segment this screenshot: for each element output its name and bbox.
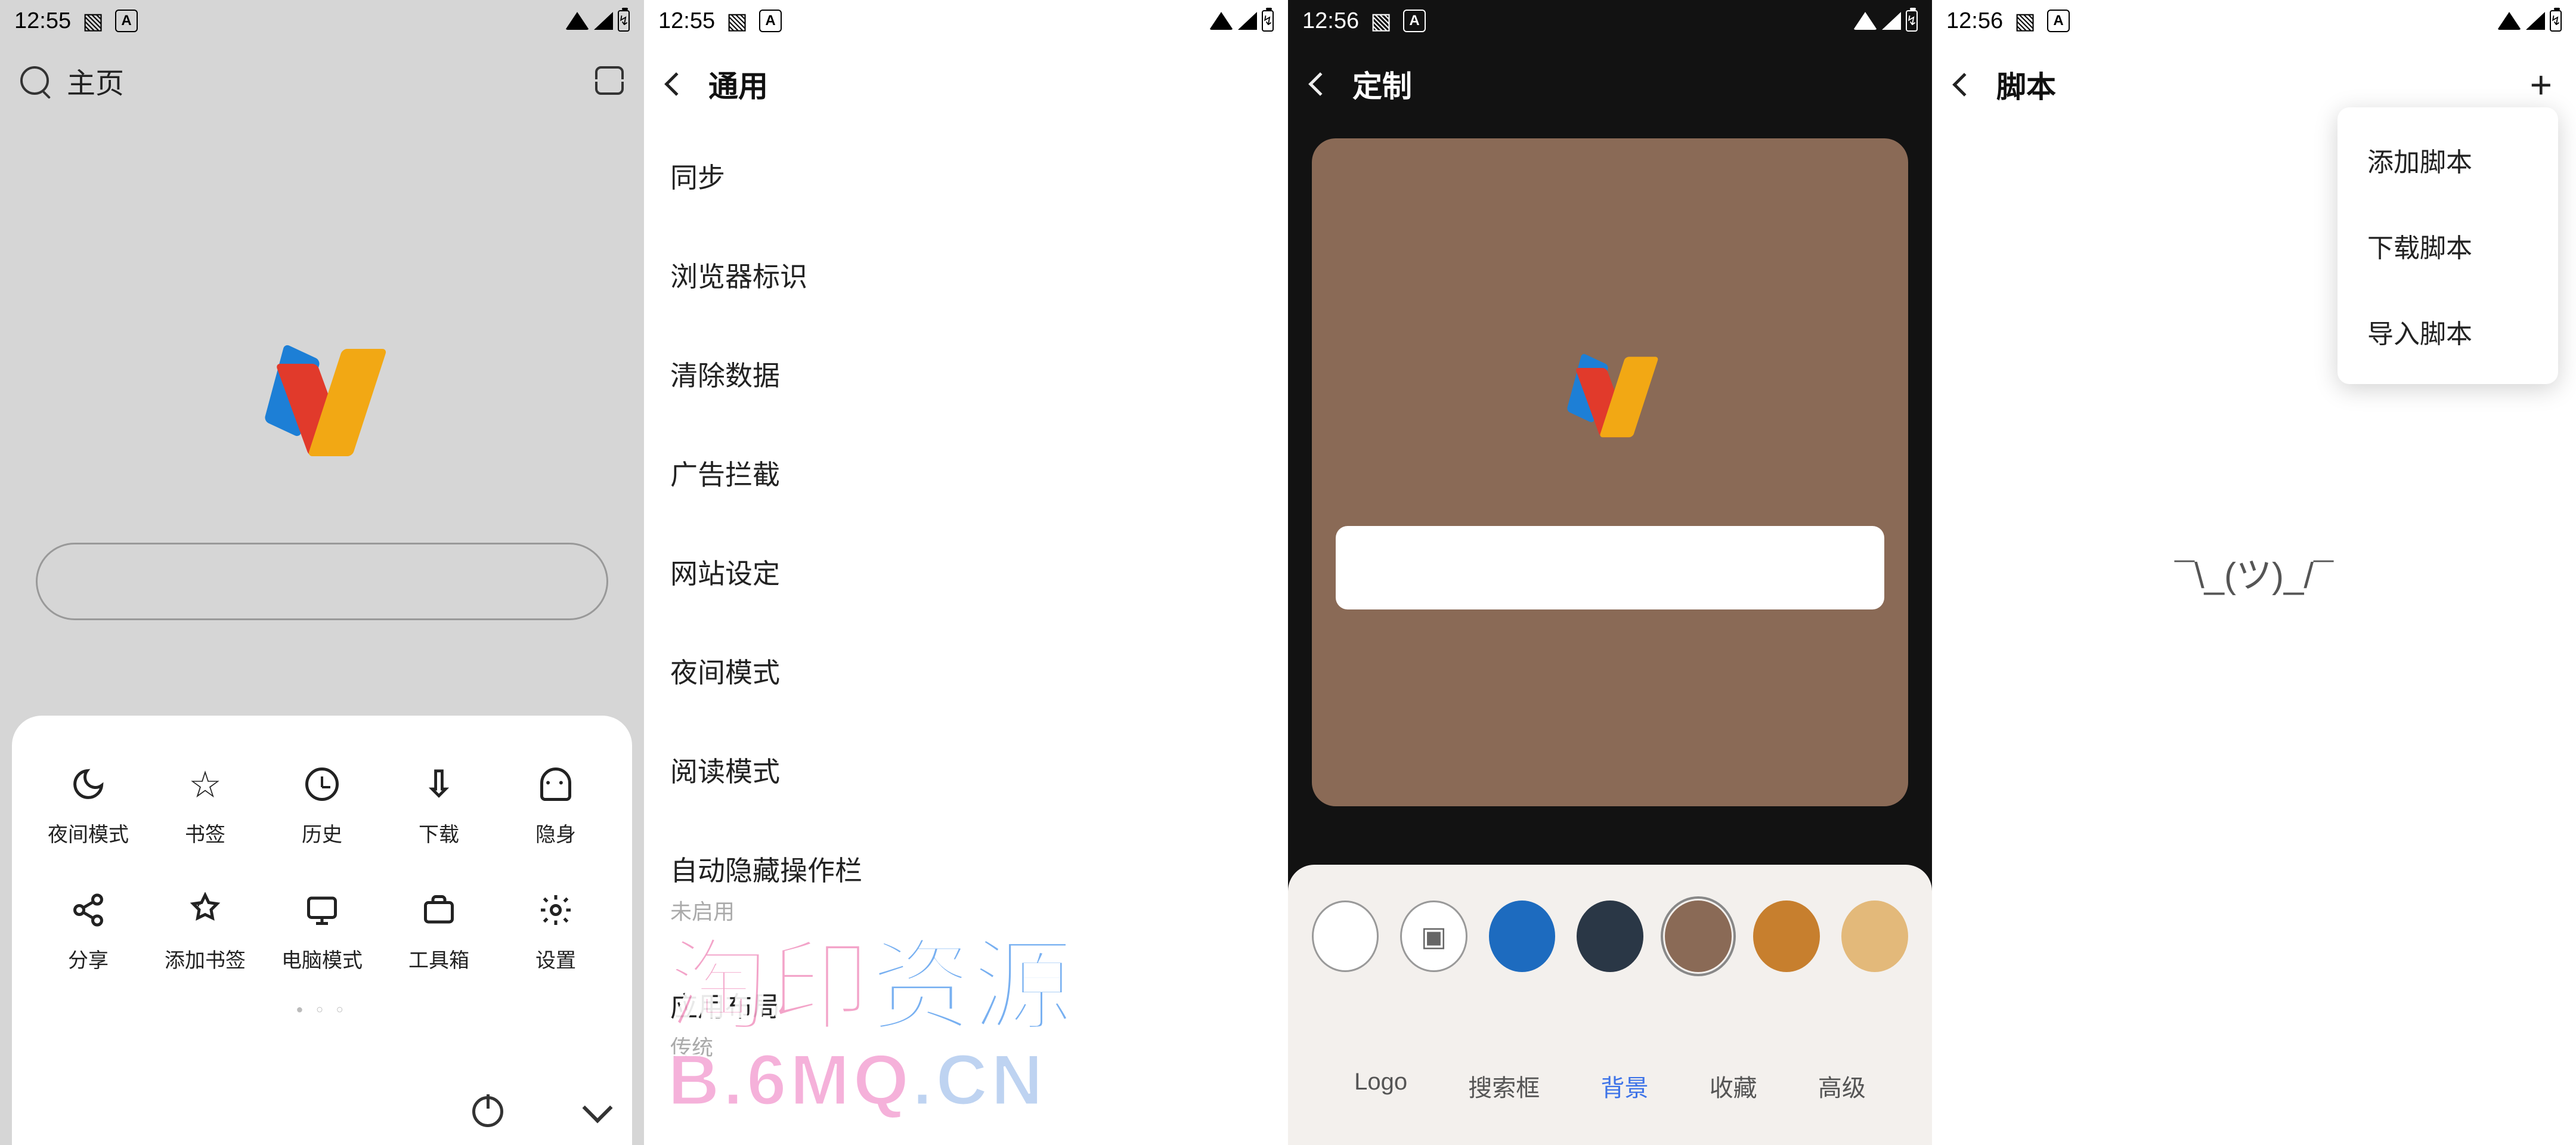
search-icon[interactable] bbox=[20, 66, 49, 95]
signal-icon bbox=[1238, 12, 1257, 30]
tab-logo[interactable]: Logo bbox=[1354, 1069, 1407, 1103]
page-title: 通用 bbox=[708, 63, 768, 106]
status-time: 12:55 bbox=[14, 8, 71, 34]
phone-customize: 12:56 ▧ A 定制 Logo 搜索框 背景 收藏 高级 bbox=[1288, 0, 1932, 1145]
battery-icon bbox=[1906, 10, 1918, 32]
customize-panel: Logo 搜索框 背景 收藏 高级 bbox=[1288, 865, 1932, 1145]
settings-list: 同步 浏览器标识 清除数据 广告拦截 网站设定 夜间模式 阅读模式 自动隐藏操作… bbox=[644, 126, 1288, 1091]
menu-share[interactable]: 分享 bbox=[30, 889, 147, 973]
menu-toolbox[interactable]: 工具箱 bbox=[380, 889, 497, 973]
add-menu: 添加脚本 下载脚本 导入脚本 bbox=[2337, 107, 2558, 384]
status-bar: 12:55 ▧ A bbox=[0, 0, 644, 42]
color-row bbox=[1312, 900, 1908, 972]
wifi-icon bbox=[2497, 12, 2521, 30]
item-site-settings[interactable]: 网站设定 bbox=[644, 522, 1288, 621]
tab-favorites[interactable]: 收藏 bbox=[1710, 1069, 1757, 1103]
item-auto-hide[interactable]: 自动隐藏操作栏 未启用 bbox=[644, 819, 1288, 955]
page-title: 定制 bbox=[1352, 63, 1412, 106]
app-logo bbox=[1563, 350, 1657, 440]
signal-icon bbox=[1882, 12, 1901, 30]
toolbar: 主页 bbox=[0, 42, 644, 113]
menu-import-script[interactable]: 导入脚本 bbox=[2337, 289, 2558, 375]
item-adblock[interactable]: 广告拦截 bbox=[644, 423, 1288, 522]
signal-icon bbox=[2526, 12, 2545, 30]
status-time: 12:55 bbox=[658, 8, 715, 34]
badge-a-icon: A bbox=[759, 10, 782, 32]
menu-settings[interactable]: 设置 bbox=[497, 889, 614, 973]
page-title: 主页 bbox=[67, 60, 124, 101]
customize-tabs: Logo 搜索框 背景 收藏 高级 bbox=[1312, 1069, 1908, 1127]
back-button[interactable] bbox=[1308, 72, 1332, 96]
color-tan[interactable] bbox=[1841, 900, 1908, 972]
empty-state: ¯\_(ツ)_/¯ bbox=[2175, 547, 2333, 599]
phone-scripts: 12:56 ▧ A 脚本 + ¯\_(ツ)_/¯ 添加脚本 下载脚本 导入脚本 bbox=[1932, 0, 2576, 1145]
item-reading-mode[interactable]: 阅读模式 bbox=[644, 720, 1288, 819]
battery-icon bbox=[1262, 10, 1274, 32]
phone-home: 12:55 ▧ A 主页 夜间模式 ☆书签 历史 ⇩下载 隐身 分享 添加书签 … bbox=[0, 0, 644, 1145]
menu-download[interactable]: ⇩下载 bbox=[380, 763, 497, 847]
back-button[interactable] bbox=[664, 72, 688, 96]
status-time: 12:56 bbox=[1946, 8, 2003, 34]
color-dark[interactable] bbox=[1577, 900, 1643, 972]
menu-add-bookmark[interactable]: 添加书签 bbox=[147, 889, 264, 973]
page-dots: ● ○ ○ bbox=[30, 1003, 614, 1017]
wifi-icon bbox=[565, 12, 589, 30]
tab-background[interactable]: 背景 bbox=[1600, 1069, 1648, 1103]
color-white[interactable] bbox=[1312, 900, 1379, 972]
add-button[interactable]: + bbox=[2530, 63, 2552, 107]
badge-a-icon: A bbox=[2047, 10, 2070, 32]
item-sync[interactable]: 同步 bbox=[644, 126, 1288, 225]
exit-button[interactable] bbox=[472, 1096, 503, 1127]
color-blue[interactable] bbox=[1489, 900, 1556, 972]
preview-search-bar bbox=[1336, 526, 1884, 609]
search-input[interactable] bbox=[36, 543, 608, 620]
status-time: 12:56 bbox=[1302, 8, 1359, 34]
status-bar: 12:55 ▧ A bbox=[644, 0, 1288, 42]
picture-icon: ▧ bbox=[1370, 10, 1392, 32]
menu-sheet: 夜间模式 ☆书签 历史 ⇩下载 隐身 分享 添加书签 电脑模式 工具箱 设置 ●… bbox=[12, 716, 632, 1145]
menu-add-script[interactable]: 添加脚本 bbox=[2337, 117, 2558, 203]
tab-searchbox[interactable]: 搜索框 bbox=[1468, 1069, 1540, 1103]
status-bar: 12:56 ▧ A bbox=[1932, 0, 2576, 42]
item-user-agent[interactable]: 浏览器标识 bbox=[644, 225, 1288, 324]
status-bar: 12:56 ▧ A bbox=[1288, 0, 1932, 42]
menu-history[interactable]: 历史 bbox=[264, 763, 380, 847]
menu-download-script[interactable]: 下载脚本 bbox=[2337, 203, 2558, 289]
wifi-icon bbox=[1853, 12, 1877, 30]
badge-a-icon: A bbox=[1403, 10, 1426, 32]
color-brown[interactable] bbox=[1665, 900, 1732, 972]
badge-a-icon: A bbox=[115, 10, 138, 32]
menu-night-mode[interactable]: 夜间模式 bbox=[30, 763, 147, 847]
menu-desktop-mode[interactable]: 电脑模式 bbox=[264, 889, 380, 973]
picture-icon: ▧ bbox=[726, 10, 748, 32]
item-night-mode[interactable]: 夜间模式 bbox=[644, 621, 1288, 720]
item-clear-data[interactable]: 清除数据 bbox=[644, 324, 1288, 423]
item-app-layout[interactable]: 应用布局 传统 bbox=[644, 955, 1288, 1091]
preview-canvas bbox=[1312, 138, 1908, 806]
picture-icon: ▧ bbox=[82, 10, 104, 32]
header: 定制 bbox=[1288, 42, 1932, 126]
picture-icon: ▧ bbox=[2014, 10, 2036, 32]
phone-general-settings: 12:55 ▧ A 通用 同步 浏览器标识 清除数据 广告拦截 网站设定 夜间模式 … bbox=[644, 0, 1288, 1145]
battery-icon bbox=[2550, 10, 2562, 32]
page-title: 脚本 bbox=[1996, 63, 2056, 106]
wifi-icon bbox=[1209, 12, 1233, 30]
header: 通用 bbox=[644, 42, 1288, 126]
battery-icon bbox=[618, 10, 630, 32]
tabs-icon[interactable] bbox=[595, 66, 624, 95]
app-logo bbox=[259, 340, 385, 459]
color-image[interactable] bbox=[1400, 900, 1467, 972]
back-button[interactable] bbox=[1952, 73, 1976, 97]
color-orange[interactable] bbox=[1753, 900, 1820, 972]
collapse-button[interactable] bbox=[583, 1093, 613, 1124]
tab-advanced[interactable]: 高级 bbox=[1818, 1069, 1866, 1103]
menu-incognito[interactable]: 隐身 bbox=[497, 763, 614, 847]
menu-bookmarks[interactable]: ☆书签 bbox=[147, 763, 264, 847]
signal-icon bbox=[594, 12, 613, 30]
